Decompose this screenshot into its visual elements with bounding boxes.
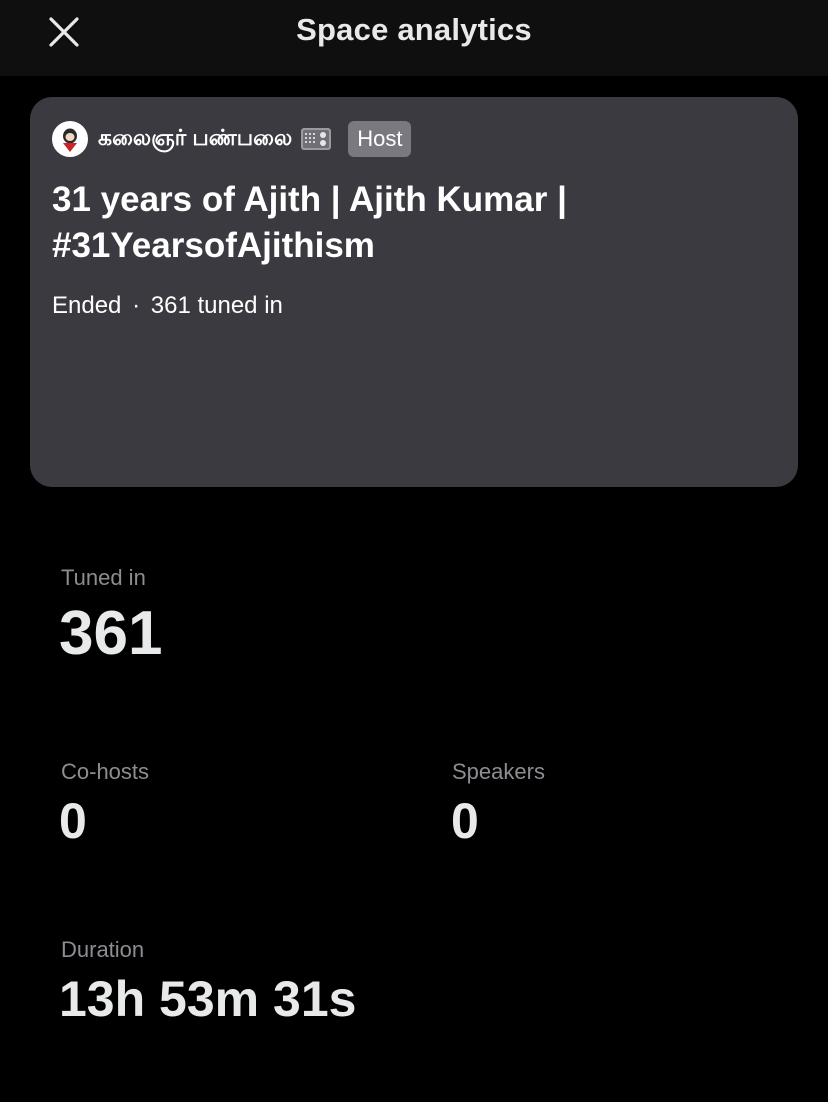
tuned-in-value: 361	[59, 599, 163, 668]
tuned-in-label: Tuned in	[61, 565, 146, 590]
space-card[interactable]: கலைஞர் பண்பலை Host 31 years of Ajith | A…	[30, 97, 798, 487]
co-hosts-value: 0	[59, 793, 87, 849]
duration-value: 13h 53m 31s	[59, 971, 357, 1027]
speakers-label: Speakers	[452, 759, 545, 784]
host-name[interactable]: கலைஞர் பண்பலை	[98, 125, 292, 154]
status-text: Ended	[52, 292, 122, 319]
space-status: Ended · 361 tuned in	[52, 292, 283, 320]
radio-icon	[300, 126, 332, 152]
duration-label: Duration	[61, 937, 145, 962]
tuned-in-text: 361 tuned in	[150, 292, 283, 319]
co-hosts-label: Co-hosts	[61, 759, 150, 784]
status-separator: ·	[132, 292, 141, 319]
top-bar: Space analytics	[0, 0, 828, 76]
page-title: Space analytics	[296, 12, 532, 47]
speakers-value: 0	[451, 793, 479, 849]
avatar-icon	[54, 123, 86, 155]
host-avatar[interactable]	[52, 121, 88, 157]
space-title: 31 years of Ajith | Ajith Kumar | #31Yea…	[52, 180, 567, 265]
host-row: கலைஞர் பண்பலை Host	[52, 119, 412, 159]
host-badge: Host	[348, 121, 412, 157]
